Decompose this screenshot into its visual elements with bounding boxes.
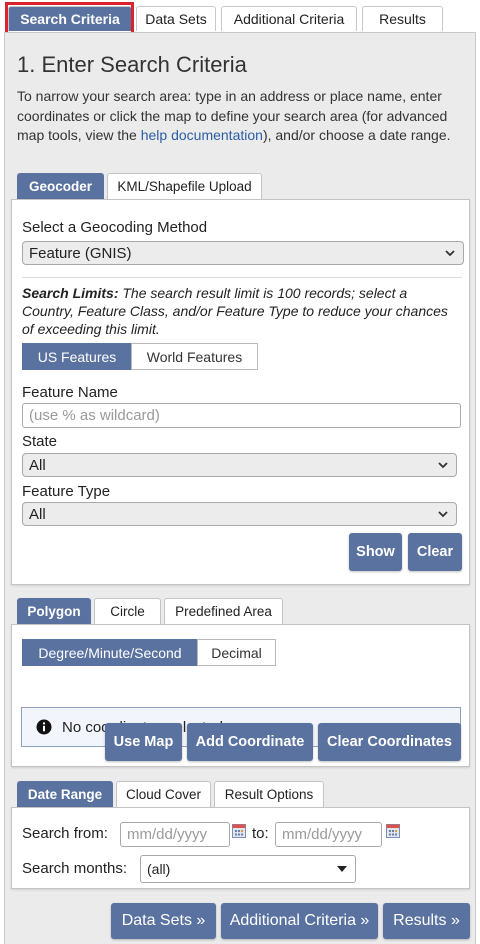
search-months-value: (all) xyxy=(147,861,171,877)
state-label: State xyxy=(22,433,58,450)
geocoding-method-value: Feature (GNIS) xyxy=(29,244,132,262)
top-tab-bar: Search Criteria Data Sets Additional Cri… xyxy=(0,0,480,40)
feature-type-select[interactable]: All xyxy=(22,502,457,526)
tab-result-options[interactable]: Result Options xyxy=(214,781,324,807)
tab-additional-criteria[interactable]: Additional Criteria xyxy=(221,6,357,31)
feature-name-label: Feature Name xyxy=(22,384,118,401)
feature-type-label: Feature Type xyxy=(22,483,111,500)
help-documentation-link[interactable]: help documentation xyxy=(141,127,263,143)
calendar-icon[interactable] xyxy=(232,824,246,838)
feature-name-input[interactable]: (use % as wildcard) xyxy=(22,403,461,428)
degree-minute-second-toggle[interactable]: Degree/Minute/Second xyxy=(22,639,198,666)
state-select[interactable]: All xyxy=(22,453,457,477)
us-features-toggle[interactable]: US Features xyxy=(22,343,132,370)
clear-coordinates-button[interactable]: Clear Coordinates xyxy=(318,723,461,761)
world-features-toggle[interactable]: World Features xyxy=(131,343,258,370)
tab-predefined-area[interactable]: Predefined Area xyxy=(164,598,283,624)
to-label: to: xyxy=(252,825,269,842)
chevron-down-icon xyxy=(438,511,448,518)
tab-cloud-cover[interactable]: Cloud Cover xyxy=(116,781,211,807)
additional-criteria-next-button[interactable]: Additional Criteria » xyxy=(221,903,378,939)
geocoding-method-label: Select a Geocoding Method xyxy=(22,219,208,236)
use-map-button[interactable]: Use Map xyxy=(105,723,182,761)
tab-polygon[interactable]: Polygon xyxy=(17,598,91,624)
tab-circle[interactable]: Circle xyxy=(94,598,161,624)
search-limits-heading: Search Limits: xyxy=(22,285,119,301)
search-criteria-panel: 1. Enter Search Criteria To narrow your … xyxy=(4,32,476,944)
intro-text-end: ), and/or choose a date range. xyxy=(262,127,451,143)
tab-results[interactable]: Results xyxy=(362,6,443,31)
search-from-label: Search from: xyxy=(22,825,108,842)
intro-text: To narrow your search area: type in an a… xyxy=(17,87,467,146)
data-sets-next-button[interactable]: Data Sets » xyxy=(111,903,216,939)
decimal-toggle[interactable]: Decimal xyxy=(197,639,276,666)
date-range-panel: Search from: mm/dd/yyyy to: mm/dd/yyyy S… xyxy=(11,807,470,889)
feature-type-value: All xyxy=(29,505,46,523)
add-coordinate-button[interactable]: Add Coordinate xyxy=(187,723,313,761)
chevron-down-icon xyxy=(445,250,455,257)
info-icon xyxy=(36,719,52,735)
tab-kml-shapefile-upload[interactable]: KML/Shapefile Upload xyxy=(107,173,262,199)
search-from-input[interactable]: mm/dd/yyyy xyxy=(120,822,230,847)
tab-date-range[interactable]: Date Range xyxy=(17,781,113,807)
geocoding-method-select[interactable]: Feature (GNIS) xyxy=(22,241,464,265)
page-title: 1. Enter Search Criteria xyxy=(17,52,247,77)
clear-button[interactable]: Clear xyxy=(408,533,462,571)
chevron-down-icon xyxy=(438,462,448,469)
search-to-input[interactable]: mm/dd/yyyy xyxy=(275,822,382,847)
search-limits-note: Search Limits: The search result limit i… xyxy=(22,284,462,338)
state-value: All xyxy=(29,456,46,474)
results-next-button[interactable]: Results » xyxy=(383,903,470,939)
tab-data-sets[interactable]: Data Sets xyxy=(136,6,216,31)
calendar-icon[interactable] xyxy=(386,824,400,838)
geocoder-panel: Select a Geocoding Method Feature (GNIS)… xyxy=(11,199,470,585)
tab-geocoder[interactable]: Geocoder xyxy=(17,173,104,199)
search-months-label: Search months: xyxy=(22,860,128,877)
search-months-select[interactable]: (all) xyxy=(140,855,356,883)
divider xyxy=(22,277,462,278)
show-button[interactable]: Show xyxy=(349,533,402,571)
caret-down-icon xyxy=(337,866,347,872)
